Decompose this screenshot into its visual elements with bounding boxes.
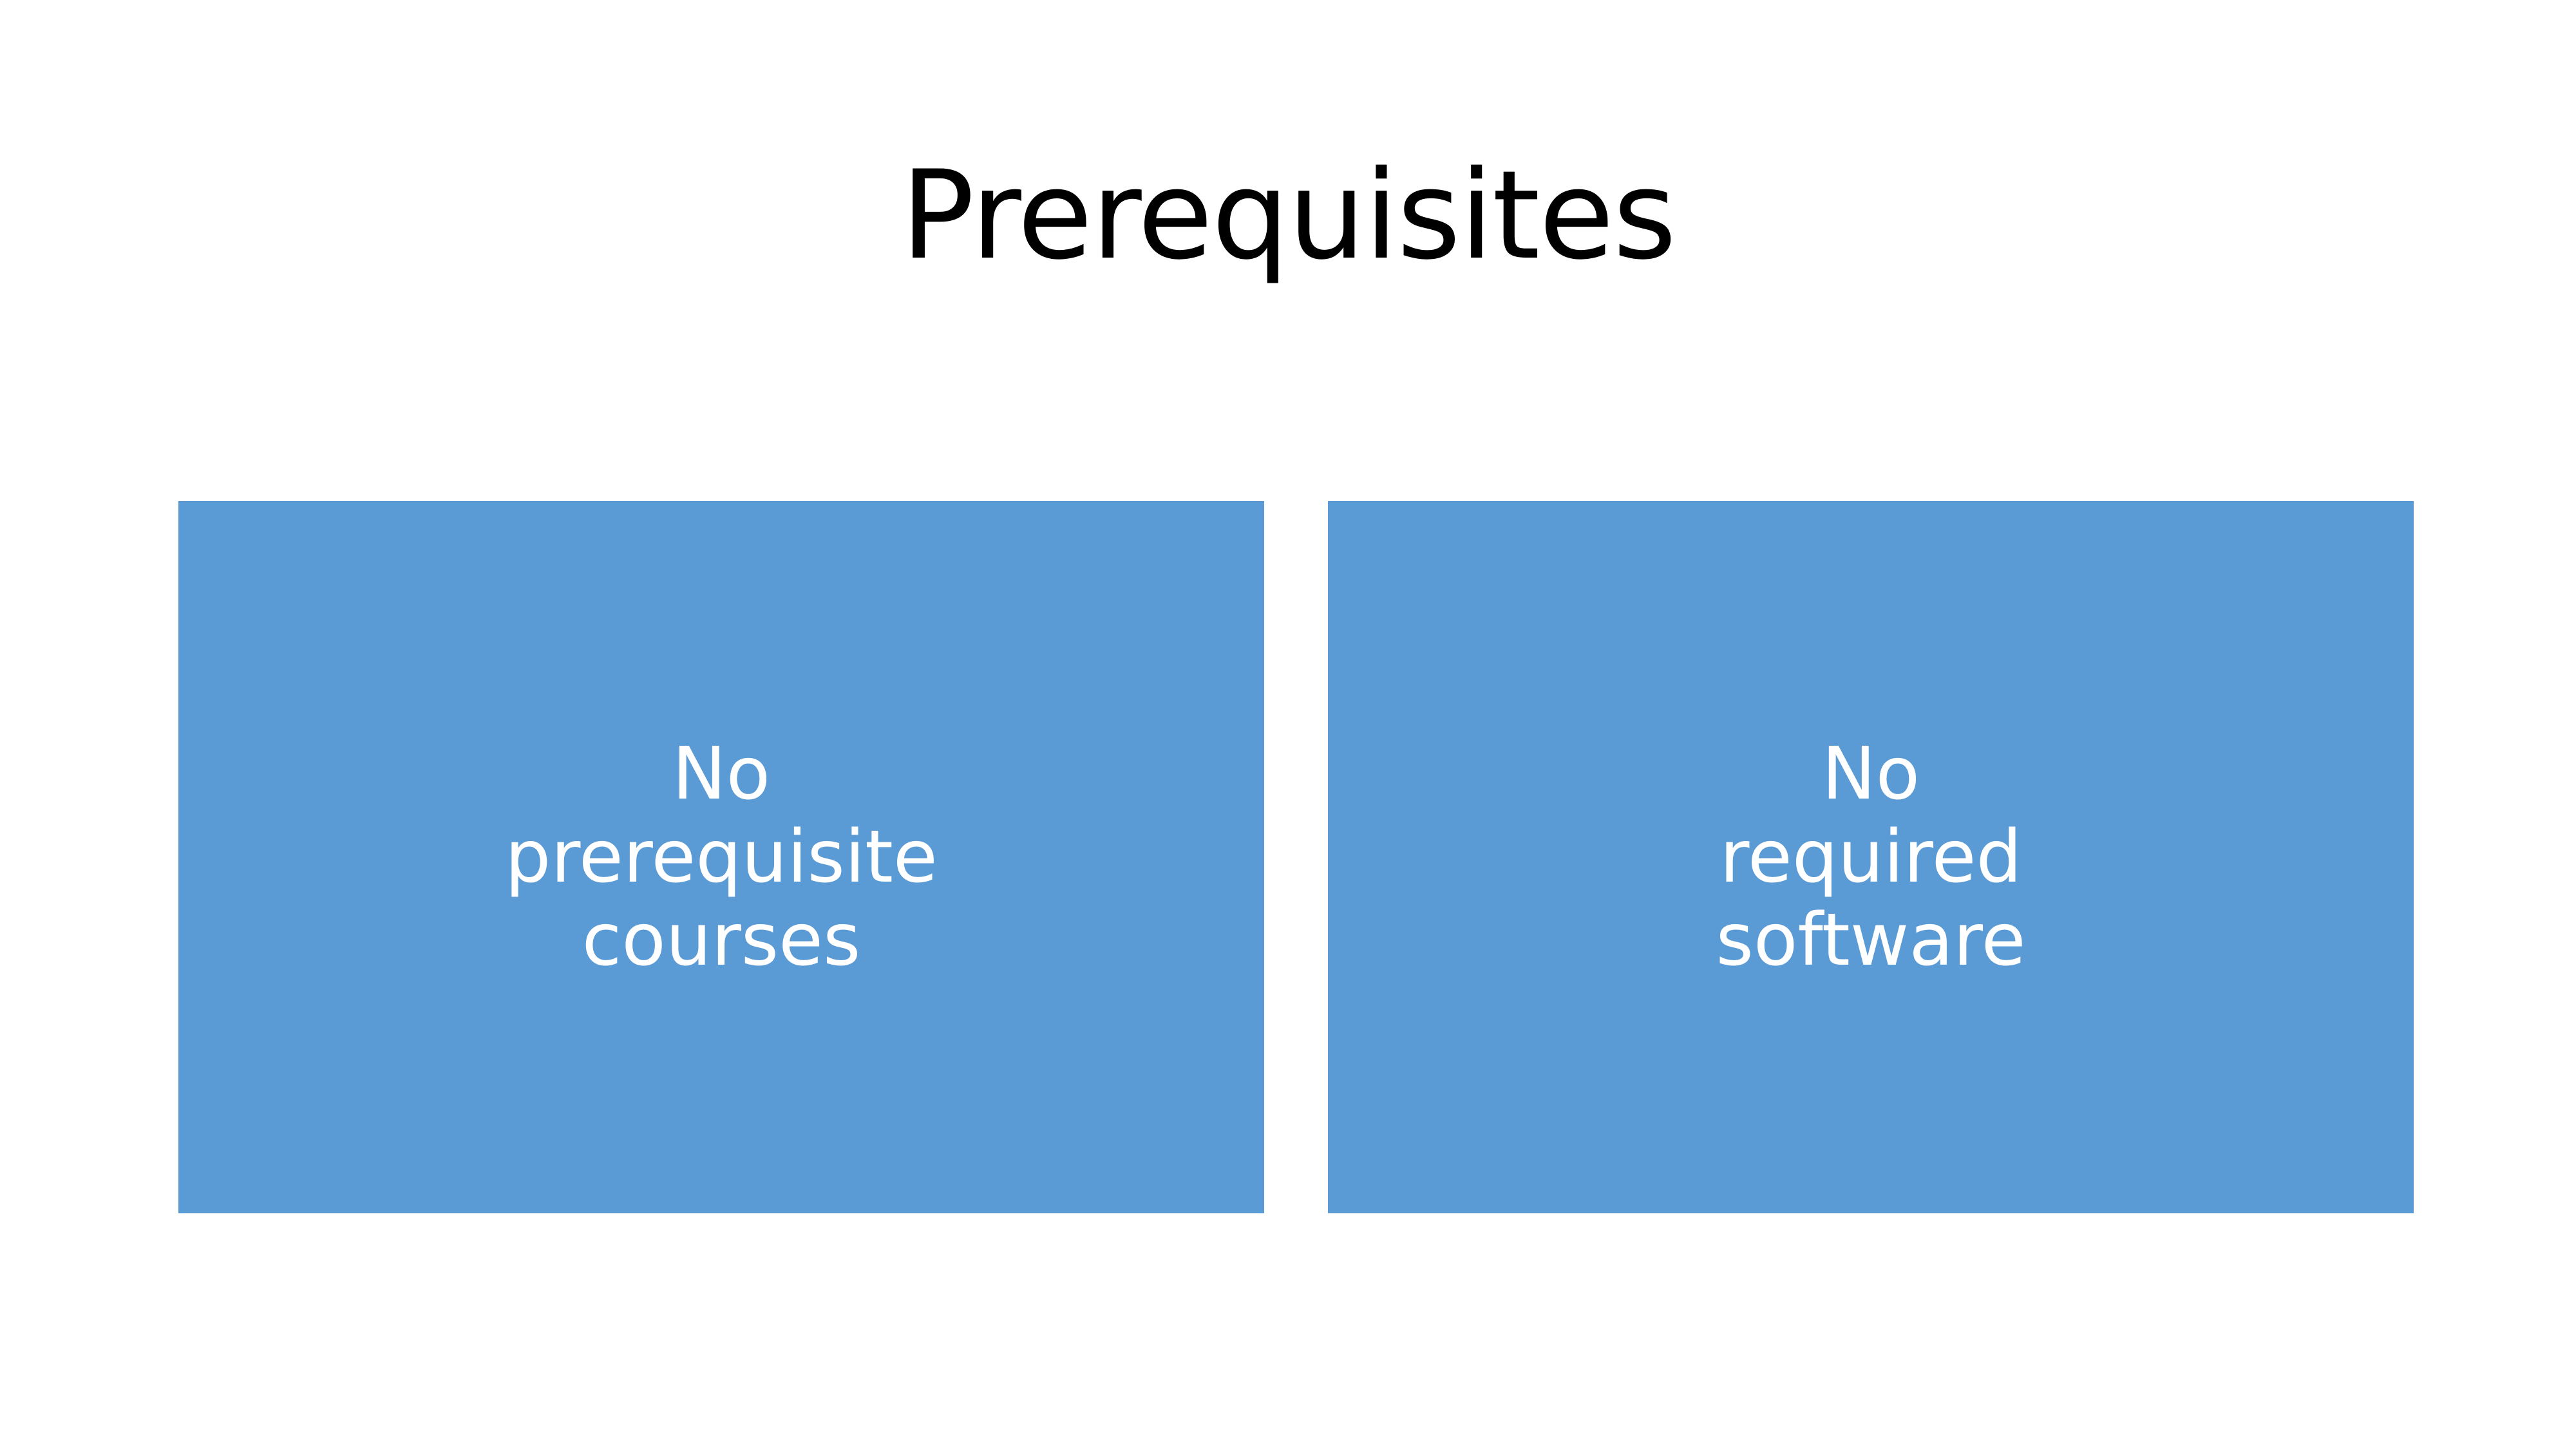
prerequisite-box-label: No required software — [1716, 732, 2026, 982]
prerequisite-box-software: No required software — [1328, 501, 2414, 1213]
prerequisite-box-label: No prerequisite courses — [505, 732, 938, 982]
slide-title: Prerequisites — [900, 144, 1677, 287]
slide: Prerequisites No prerequisite courses No… — [0, 0, 2576, 1449]
prerequisite-box-courses: No prerequisite courses — [178, 501, 1264, 1213]
